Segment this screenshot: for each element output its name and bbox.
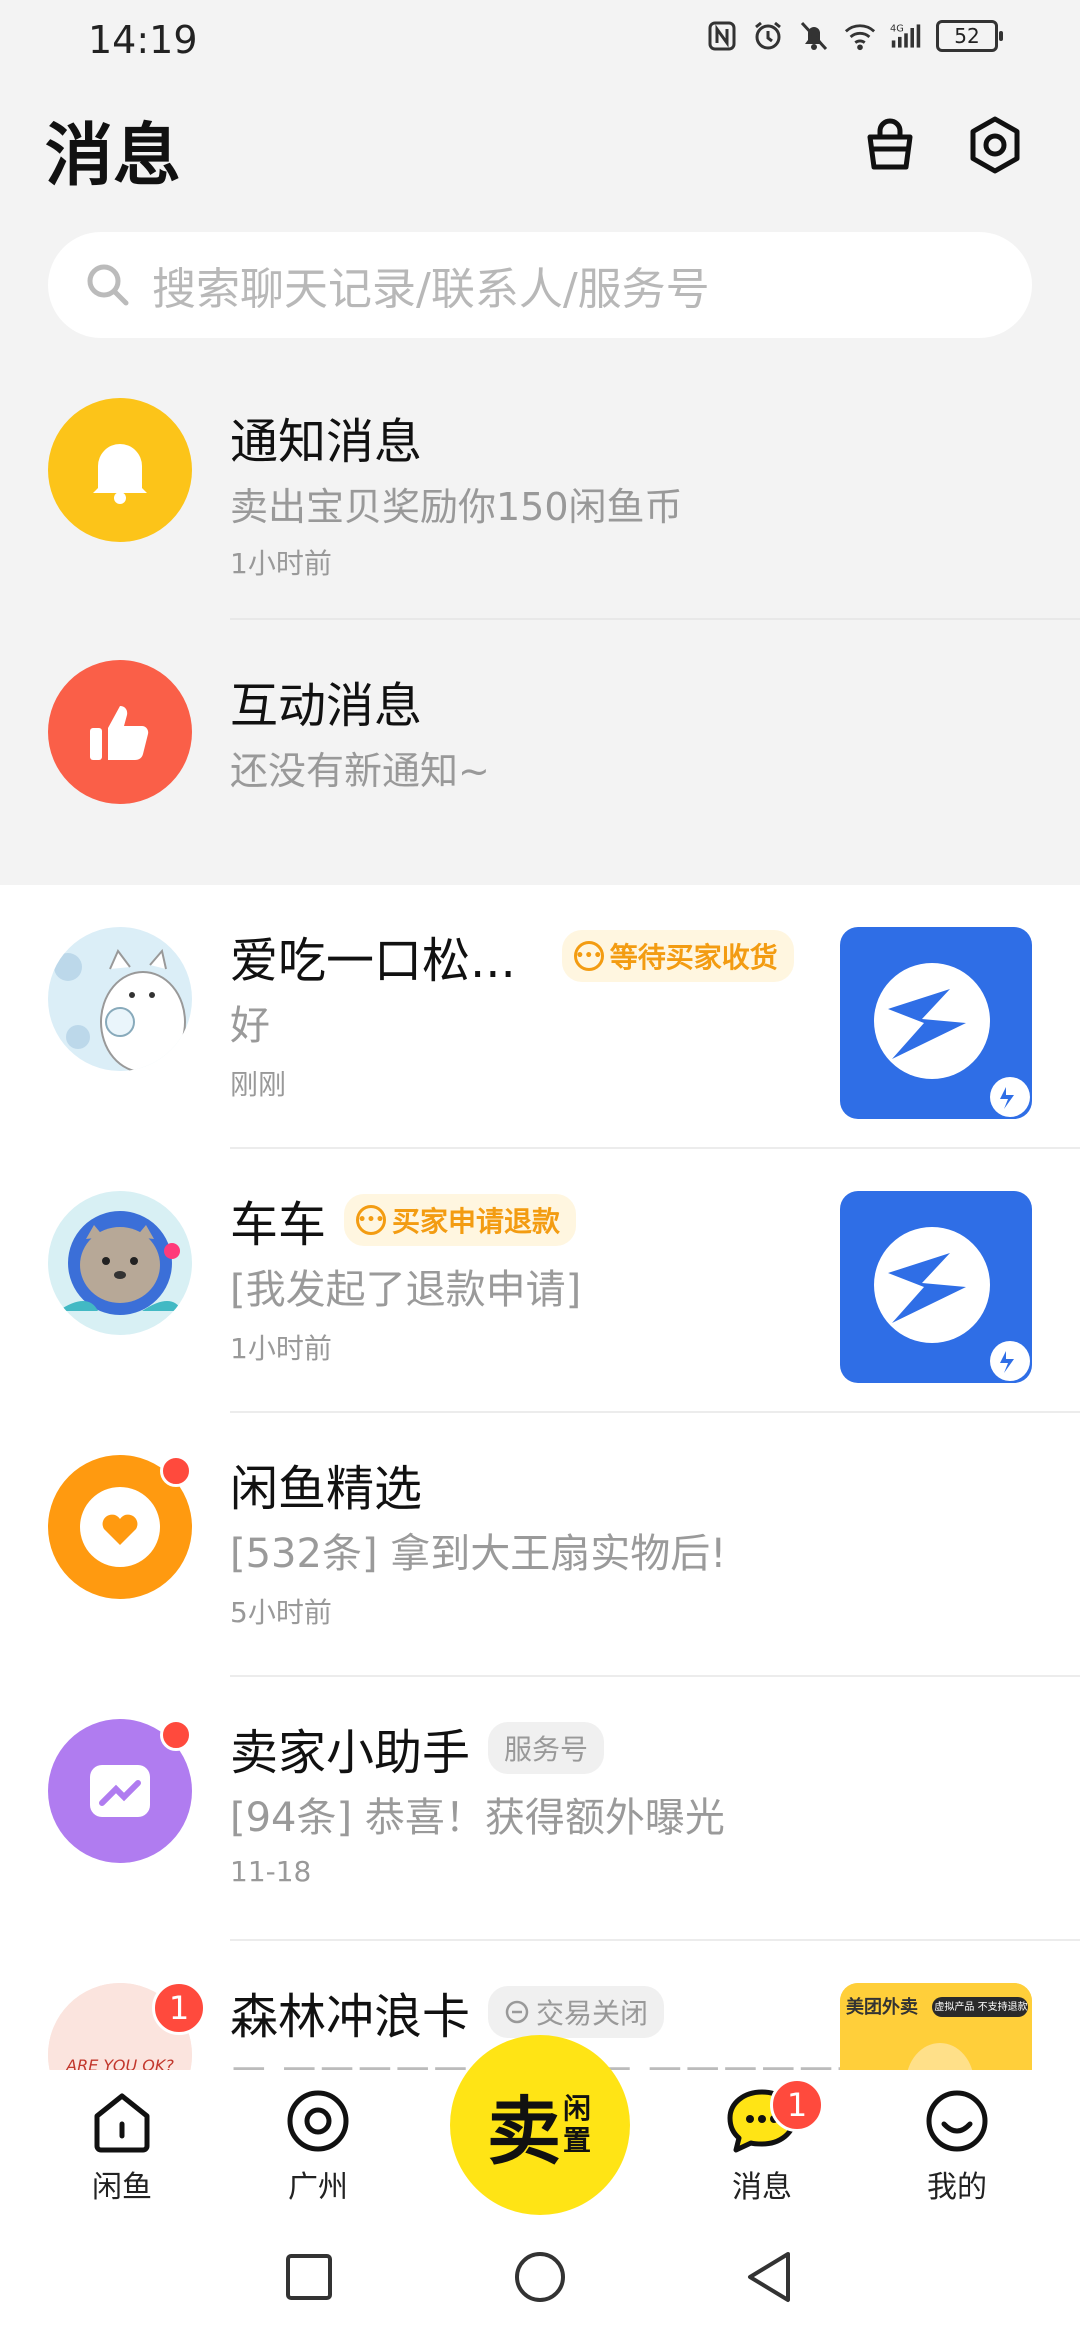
nav-city[interactable]: 广州 — [248, 2086, 388, 2206]
unread-dot — [160, 1455, 192, 1487]
chat-item[interactable]: 闲鱼精选 [532条] 拿到大王扇实物后! 5小时前 — [0, 1413, 1080, 1677]
status-tag: 交易关闭 — [488, 1986, 665, 2038]
chat-item[interactable]: 卖家小助手 服务号 [94条] 恭喜！获得额外曝光 11-18 — [0, 1677, 1080, 1941]
dots-icon: ••• — [573, 941, 604, 971]
chat-name: 车车 ••• 买家申请退款 — [230, 1185, 577, 1255]
shopping-bag-button[interactable] — [855, 110, 925, 180]
divider — [230, 618, 1080, 620]
sell-button[interactable]: 卖 闲置 — [450, 2035, 630, 2215]
svg-text:4G: 4G — [890, 24, 904, 35]
nav-label: 消息 — [732, 2170, 792, 2205]
system-nav-bar — [0, 2220, 1080, 2340]
home-button[interactable] — [505, 2242, 575, 2312]
chat-time: 11-18 — [230, 1855, 312, 1888]
status-time: 14:19 — [88, 18, 198, 62]
chat-name: 森林冲浪卡 交易关闭 — [230, 1977, 665, 2047]
sell-main-text: 卖 — [487, 2088, 561, 2175]
bell-avatar — [48, 398, 192, 542]
interaction-messages-item[interactable]: 互动消息 还没有新通知~ — [0, 640, 1080, 900]
chat-message: [94条] 恭喜！获得额外曝光 — [230, 1795, 725, 1841]
svg-text:ARE YOU OK?: ARE YOU OK? — [65, 2056, 174, 2070]
circle-icon — [515, 2252, 565, 2302]
recents-button[interactable] — [274, 2242, 344, 2312]
chat-name-text: 闲鱼精选 — [230, 1461, 423, 1517]
back-triangle-icon — [748, 2252, 790, 2302]
status-icons: 4G 52 — [706, 20, 1003, 52]
chat-message: 好 — [230, 1003, 270, 1049]
nfc-icon — [706, 20, 738, 52]
sell-sub-text: 闲置 — [563, 2092, 592, 2157]
nav-label: 我的 — [927, 2170, 987, 2205]
settings-button[interactable] — [960, 110, 1030, 180]
square-icon — [286, 2254, 332, 2300]
header: 消息 — [0, 90, 1080, 200]
status-tag-text: 交易关闭 — [536, 1997, 649, 2030]
thumbs-up-avatar — [48, 660, 192, 804]
page-title: 消息 — [45, 117, 182, 196]
battery-icon: 52 — [936, 20, 1003, 52]
chat-message: [532条] 拿到大王扇实物后! — [230, 1531, 727, 1577]
status-tag: ••• 买家申请退款 — [344, 1194, 577, 1246]
chat-name-text: 车车 — [230, 1197, 327, 1253]
gear-icon — [970, 116, 1020, 174]
avatar — [48, 927, 192, 1071]
chat-name: 闲鱼精选 — [230, 1449, 422, 1519]
dots-icon: ••• — [356, 1205, 387, 1235]
chat-time: 刚刚 — [230, 1068, 287, 1101]
unread-badge: 1 — [152, 1981, 206, 2035]
back-button[interactable] — [734, 2242, 804, 2312]
wifi-icon — [844, 20, 876, 52]
avatar — [48, 1191, 192, 1335]
nav-home[interactable]: 闲鱼 — [52, 2086, 192, 2206]
chat-name: 卖家小助手 服务号 — [230, 1713, 605, 1783]
notification-subtitle: 卖出宝贝奖励你150闲鱼币 — [230, 485, 683, 529]
bag-icon — [867, 118, 913, 170]
search-placeholder: 搜索聊天记录/联系人/服务号 — [152, 264, 710, 315]
status-tag-text: 等待买家收货 — [609, 941, 778, 974]
search-icon — [87, 264, 129, 306]
chat-name-text: 卖家小助手 — [230, 1725, 471, 1781]
interaction-title: 互动消息 — [230, 678, 423, 734]
thumb-brand-text: 美团外卖 — [846, 1997, 918, 2018]
chat-name: 爱吃一口松... ••• 等待买家收货 — [230, 921, 794, 991]
product-thumbnail — [840, 1191, 1032, 1383]
bell-icon — [93, 444, 147, 504]
smiley-icon — [926, 2090, 988, 2152]
thumb-tag-text: 虚拟产品 不支持退款 — [934, 2002, 1028, 2013]
thumbs-up-icon — [90, 706, 149, 760]
location-icon — [287, 2090, 349, 2152]
interaction-subtitle: 还没有新通知~ — [230, 749, 490, 793]
chat-item[interactable]: 车车 ••• 买家申请退款 [我发起了退款申请] 1小时前 — [0, 1149, 1080, 1413]
status-tag-text: 买家申请退款 — [392, 1205, 561, 1238]
chat-item[interactable]: 爱吃一口松... ••• 等待买家收货 好 刚刚 — [0, 885, 1080, 1149]
avatar — [48, 1455, 192, 1599]
messages-badge: 1 — [770, 2078, 824, 2132]
notification-title: 通知消息 — [230, 414, 423, 470]
chat-time: 5小时前 — [230, 1596, 332, 1629]
home-icon — [94, 2093, 150, 2153]
unread-dot — [160, 1719, 192, 1751]
mute-icon — [798, 20, 830, 52]
nav-label: 广州 — [288, 2170, 348, 2205]
chat-time: 1小时前 — [230, 1332, 332, 1365]
avatar — [48, 1719, 192, 1863]
alarm-icon — [752, 20, 784, 52]
minus-circle-icon — [505, 2000, 529, 2024]
chat-name-text: 森林冲浪卡 — [230, 1989, 471, 2045]
search-input[interactable]: 搜索聊天记录/联系人/服务号 — [48, 232, 1032, 338]
product-thumbnail: 美团外卖 虚拟产品 不支持退款 — [840, 1983, 1032, 2070]
nav-label: 闲鱼 — [92, 2170, 152, 2205]
chat-message: [我发起了退款申请] — [230, 1267, 582, 1313]
chat-name-text: 爱吃一口松... — [230, 933, 516, 989]
product-thumbnail — [840, 927, 1032, 1119]
status-tag: ••• 等待买家收货 — [561, 930, 794, 982]
nav-profile[interactable]: 我的 — [887, 2086, 1027, 2206]
signal-icon: 4G — [890, 20, 922, 52]
service-tag: 服务号 — [488, 1722, 605, 1774]
notification-messages-item[interactable]: 通知消息 卖出宝贝奖励你150闲鱼币 1小时前 — [0, 380, 1080, 640]
nav-messages[interactable]: 消息 1 — [692, 2078, 832, 2206]
notification-time: 1小时前 — [230, 547, 332, 580]
status-bar: 14:19 4G 52 — [0, 0, 1080, 80]
